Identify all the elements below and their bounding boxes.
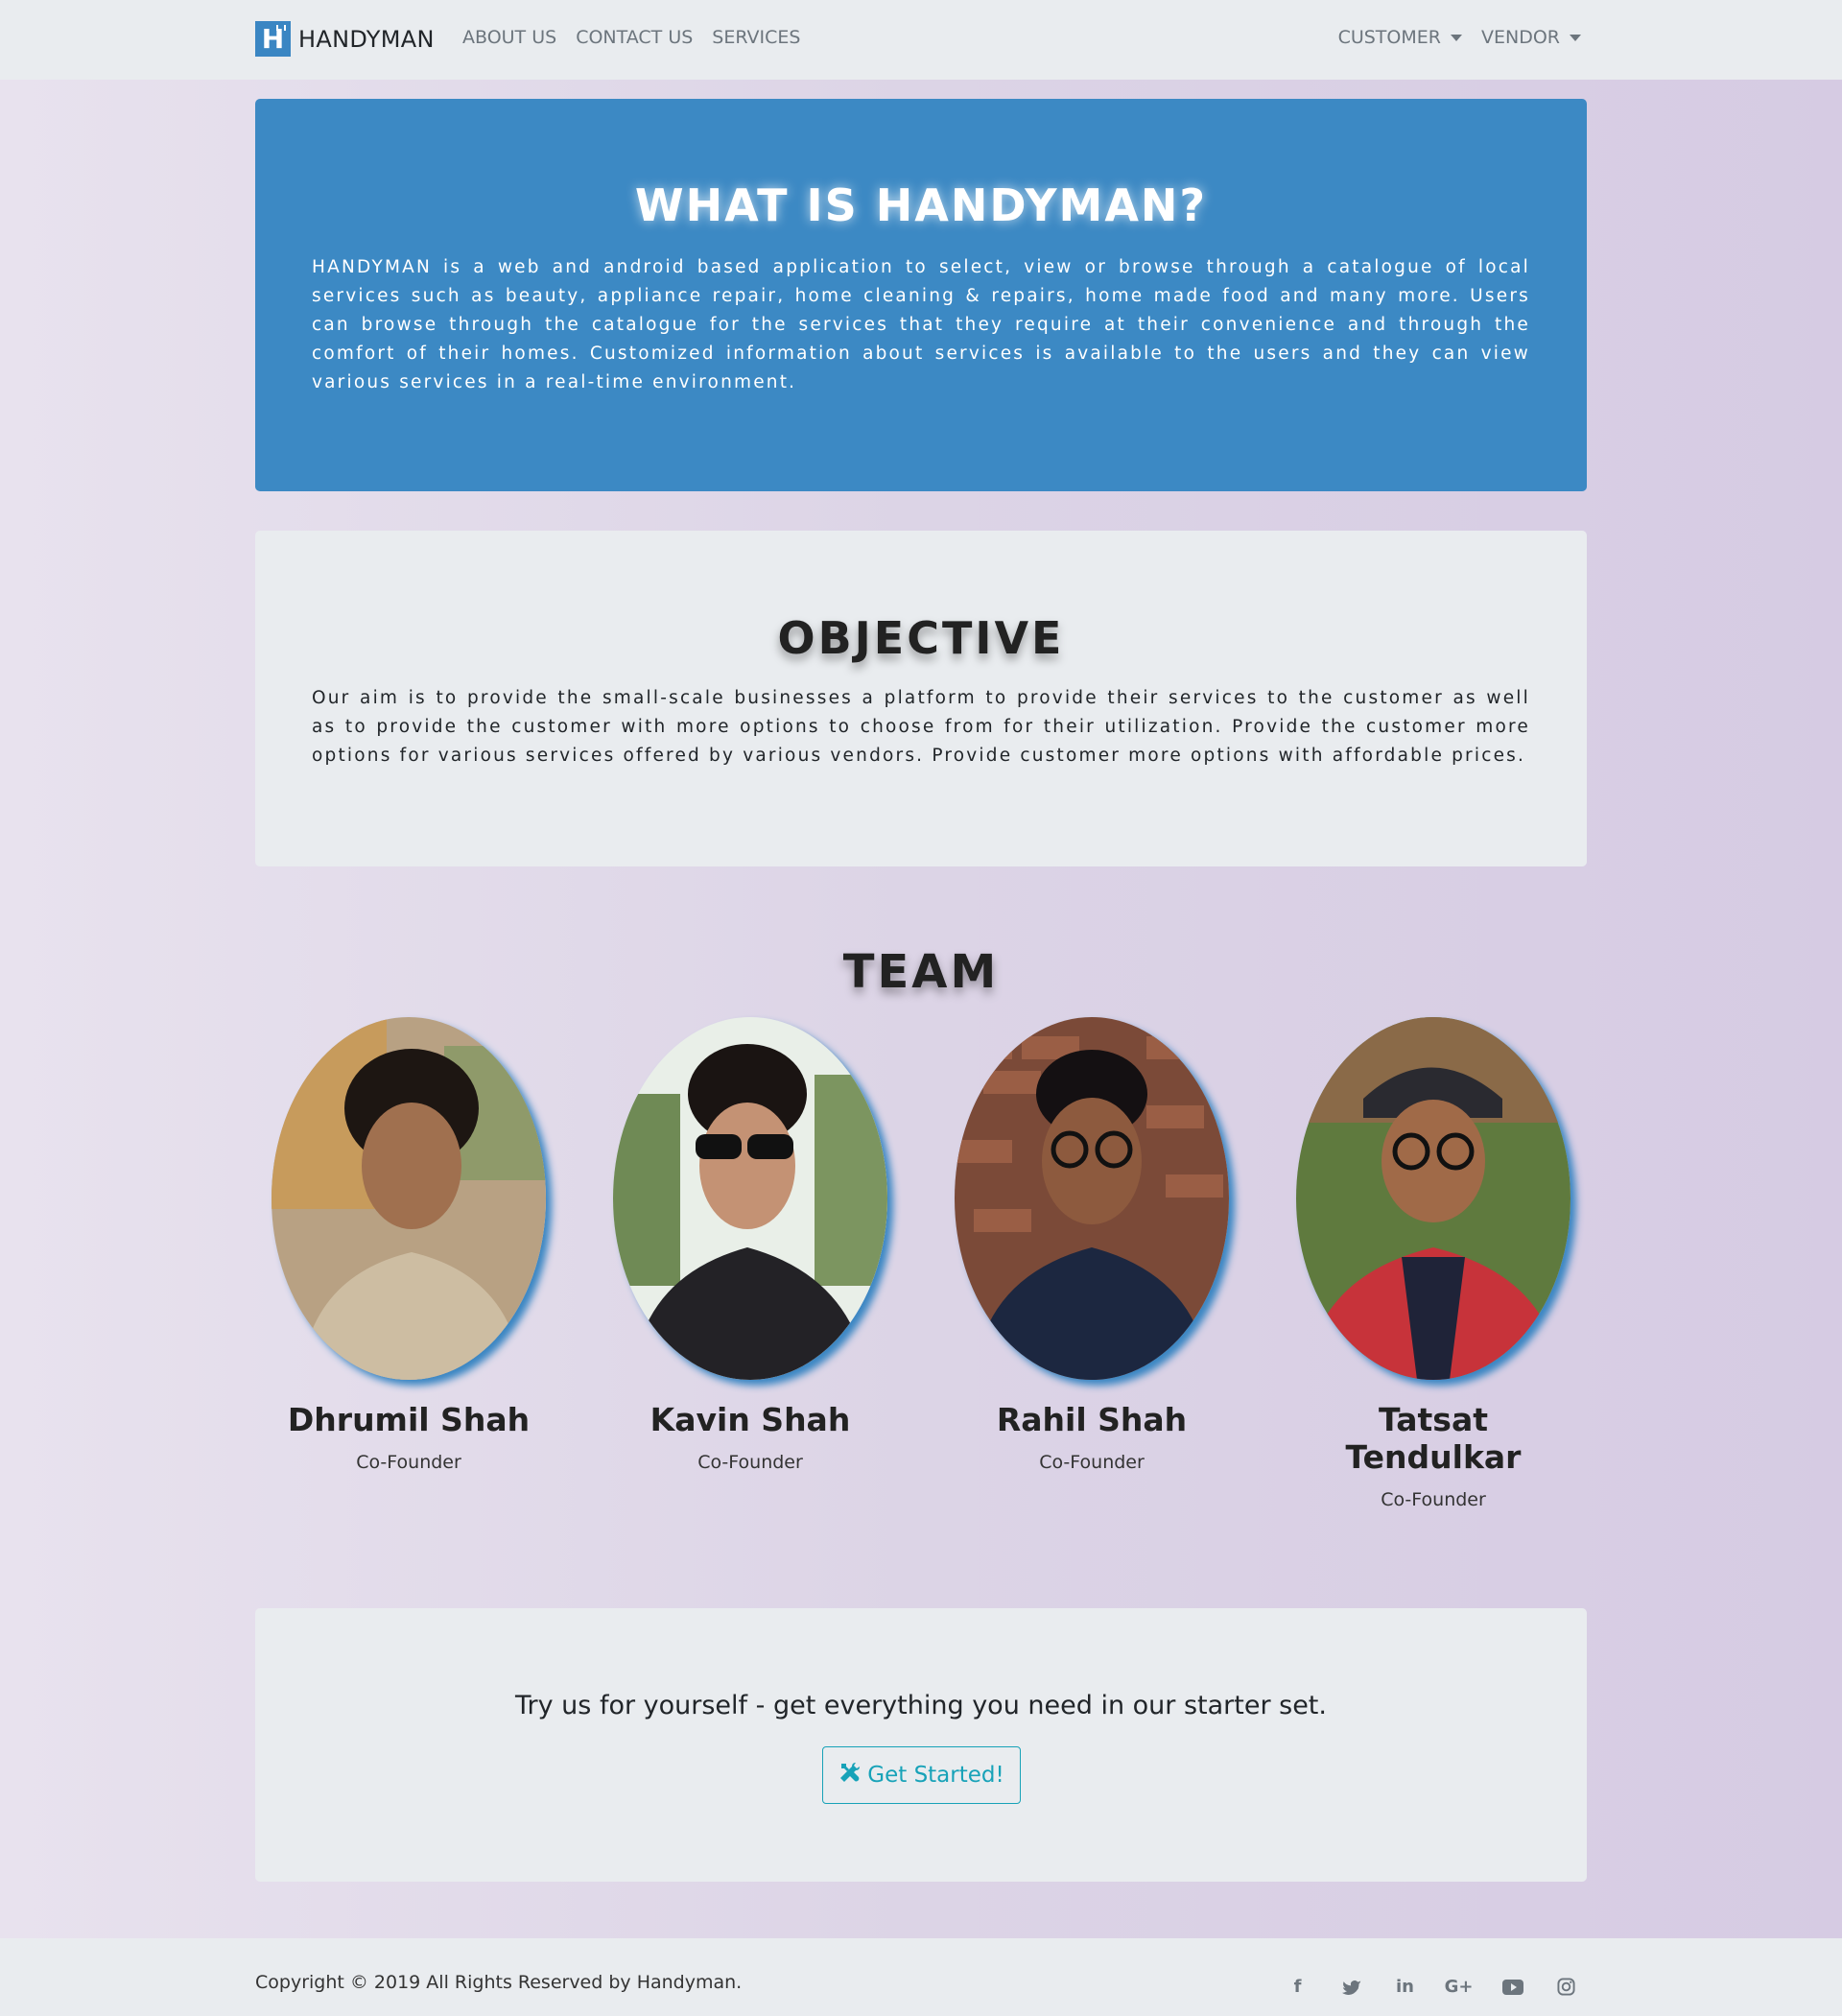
get-started-label: Get Started! (867, 1763, 1004, 1788)
nav-services[interactable]: SERVICES (712, 27, 800, 48)
copyright-text: Copyright © 2019 All Rights Reserved by … (255, 1972, 743, 1993)
member-name: Tatsat Tendulkar (1345, 1401, 1522, 1476)
brand-name: HANDYMAN (298, 25, 435, 53)
member-photo (1296, 1017, 1570, 1380)
vendor-dropdown[interactable]: VENDOR (1481, 27, 1581, 48)
nav-contact-us[interactable]: CONTACT US (576, 27, 693, 48)
caret-down-icon (1570, 34, 1581, 41)
user-nav: CUSTOMER VENDOR (1338, 27, 1581, 48)
member-role: Co-Founder (356, 1452, 461, 1473)
member-photo (613, 1017, 887, 1380)
instagram-icon[interactable] (1554, 1975, 1578, 1999)
get-started-section: Try us for yourself - get everything you… (255, 1608, 1587, 1882)
what-is-handyman-section: WHAT IS HANDYMAN? HANDYMAN is a web and … (255, 99, 1587, 491)
objective-section: OBJECTIVE Our aim is to provide the smal… (255, 531, 1587, 866)
top-navbar: H HANDYMAN ABOUT US CONTACT US SERVICES … (0, 0, 1842, 80)
member-photo (955, 1017, 1229, 1380)
nav-about-us[interactable]: ABOUT US (462, 27, 556, 48)
objective-title: OBJECTIVE (777, 612, 1065, 664)
footer: Copyright © 2019 All Rights Reserved by … (0, 1938, 1842, 2016)
member-role: Co-Founder (697, 1452, 803, 1473)
main-nav: ABOUT US CONTACT US SERVICES (462, 27, 800, 48)
cta-heading: Try us for yourself - get everything you… (515, 1691, 1327, 1720)
tools-icon (838, 1761, 862, 1790)
youtube-icon[interactable] (1500, 1975, 1524, 1999)
what-is-handyman-title: WHAT IS HANDYMAN? (634, 179, 1208, 231)
social-links: f in G+ (1286, 1975, 1578, 1999)
twitter-icon[interactable] (1339, 1975, 1363, 1999)
member-name: Rahil Shah (996, 1401, 1188, 1438)
customer-dropdown[interactable]: CUSTOMER (1338, 27, 1462, 48)
team-member-card: Tatsat Tendulkar Co-Founder (1289, 1017, 1577, 1510)
member-role: Co-Founder (1381, 1489, 1486, 1510)
team-member-card: Kavin Shah Co-Founder (606, 1017, 894, 1473)
customer-dropdown-label: CUSTOMER (1337, 27, 1441, 48)
team-member-card: Dhrumil Shah Co-Founder (265, 1017, 553, 1473)
caret-down-icon (1450, 34, 1462, 41)
google-plus-icon[interactable]: G+ (1445, 1975, 1474, 1999)
team-title: TEAM (842, 945, 1000, 999)
handyman-logo-icon: H (255, 21, 291, 57)
member-photo (272, 1017, 546, 1380)
member-role: Co-Founder (1039, 1452, 1145, 1473)
objective-text: Our aim is to provide the small-scale bu… (312, 688, 1530, 766)
get-started-button[interactable]: Get Started! (822, 1746, 1021, 1804)
member-name: Kavin Shah (649, 1401, 851, 1438)
vendor-dropdown-label: VENDOR (1480, 27, 1560, 48)
what-is-handyman-text: HANDYMAN is a web and android based appl… (312, 257, 1530, 392)
linkedin-icon[interactable]: in (1393, 1975, 1417, 1999)
brand-link[interactable]: H HANDYMAN (255, 21, 435, 57)
facebook-icon[interactable]: f (1286, 1975, 1310, 1999)
team-member-card: Rahil Shah Co-Founder (948, 1017, 1236, 1473)
member-name: Dhrumil Shah (287, 1401, 531, 1438)
